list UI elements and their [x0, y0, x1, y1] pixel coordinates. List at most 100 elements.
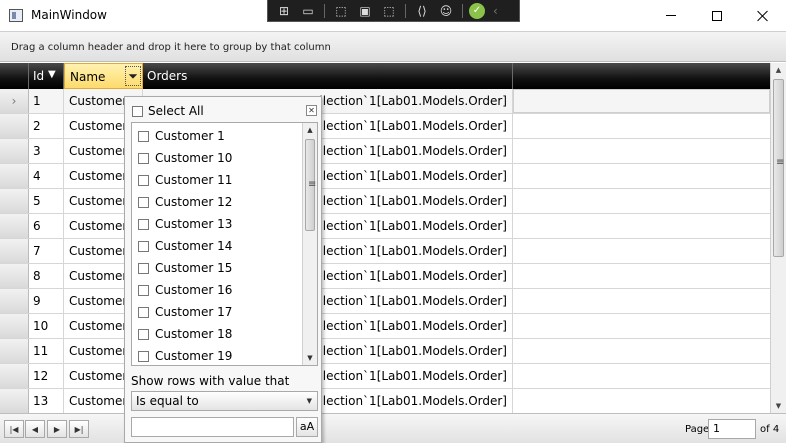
row-indicator [0, 164, 29, 188]
cell-filler [513, 289, 770, 313]
list-item[interactable]: Customer 17 [138, 301, 232, 323]
list-item[interactable]: Customer 11 [138, 169, 232, 191]
grid-header-row: Id ▼ Name ⏷ Orders [0, 63, 770, 89]
cell-id[interactable]: 8 [29, 264, 64, 288]
close-filter-icon[interactable]: ✕ [306, 105, 317, 116]
previous-page-button[interactable]: ◀ [25, 420, 45, 438]
list-item[interactable]: Customer 16 [138, 279, 232, 301]
table-row[interactable]: › 1 Customer teCollection`1[Lab01.Models… [0, 89, 770, 114]
cell-id[interactable]: 3 [29, 139, 64, 163]
cell-id[interactable]: 13 [29, 389, 64, 413]
filter-icon[interactable]: ⏷ [125, 66, 141, 86]
grid-vertical-scrollbar[interactable]: ▲ ≡ ▼ [770, 63, 786, 413]
group-panel[interactable]: Drag a column header and drop it here to… [0, 31, 786, 62]
toolbar-separator [324, 3, 325, 18]
first-page-button[interactable]: |◀ [4, 420, 24, 438]
cell-id[interactable]: 10 [29, 314, 64, 338]
list-item[interactable]: Customer 10 [138, 147, 232, 169]
checkbox-icon[interactable] [138, 350, 149, 362]
row-indicator [0, 264, 29, 288]
minimize-button[interactable] [648, 0, 694, 31]
checkbox-icon[interactable] [138, 328, 149, 340]
table-row[interactable]: 5 Customer teCollection`1[Lab01.Models.O… [0, 189, 770, 214]
accessibility-icon[interactable]: ☺ [436, 3, 456, 19]
xaml-debug-toolbar: ⊞ ▭ ⬚ ▣ ⬚ ⟨⟩ ☺ ✓ ‹ [267, 0, 520, 22]
close-button[interactable] [740, 0, 786, 31]
checked-icon[interactable]: ✓ [469, 2, 485, 19]
checkbox-icon[interactable] [138, 130, 149, 142]
table-row[interactable]: 7 Customer teCollection`1[Lab01.Models.O… [0, 239, 770, 264]
table-row[interactable]: 4 Customer teCollection`1[Lab01.Models.O… [0, 164, 770, 189]
list-item[interactable]: Customer 18 [138, 323, 232, 345]
cell-id[interactable]: 1 [29, 89, 64, 113]
cell-id[interactable]: 11 [29, 339, 64, 363]
page-number-input[interactable]: 1 [708, 419, 756, 439]
page-label: Page [685, 424, 710, 435]
live-visual-tree-icon[interactable]: ⊞ [274, 3, 294, 19]
filter-icon[interactable]: ▼ [48, 69, 56, 80]
cell-id[interactable]: 5 [29, 189, 64, 213]
table-row[interactable]: 10 Customer teCollection`1[Lab01.Models.… [0, 314, 770, 339]
close-icon [757, 10, 769, 22]
table-row[interactable]: 12 Customer teCollection`1[Lab01.Models.… [0, 364, 770, 389]
column-header-name[interactable]: Name ⏷ [64, 63, 143, 89]
checkbox-icon[interactable] [138, 196, 149, 208]
maximize-button[interactable] [694, 0, 740, 31]
cell-id[interactable]: 7 [29, 239, 64, 263]
minimize-icon [666, 15, 676, 16]
select-all-checkbox[interactable]: Select All [132, 104, 204, 118]
column-header-id[interactable]: Id ▼ [29, 63, 64, 89]
table-row[interactable]: 11 Customer teCollection`1[Lab01.Models.… [0, 339, 770, 364]
checkbox-icon[interactable] [138, 218, 149, 230]
scroll-up-icon[interactable]: ▲ [771, 63, 786, 77]
checkbox-icon[interactable] [132, 105, 143, 117]
scroll-thumb[interactable]: ≡ [305, 139, 316, 231]
cell-id[interactable]: 6 [29, 214, 64, 238]
list-item-label: Customer 13 [155, 217, 233, 231]
list-item[interactable]: Customer 12 [138, 191, 232, 213]
row-indicator [0, 214, 29, 238]
column-header-label: Id [33, 69, 45, 83]
cell-id[interactable]: 9 [29, 289, 64, 313]
cell-id[interactable]: 4 [29, 164, 64, 188]
filter-operator-select[interactable]: Is equal to ▼ [131, 391, 318, 411]
list-scrollbar[interactable]: ▲ ≡ ▼ [302, 123, 317, 365]
table-row[interactable]: 3 Customer teCollection`1[Lab01.Models.O… [0, 139, 770, 164]
display-layout-adorners-icon[interactable]: ▣ [355, 3, 375, 19]
scroll-down-icon[interactable]: ▼ [303, 351, 317, 365]
table-row[interactable]: 2 Customer teCollection`1[Lab01.Models.O… [0, 114, 770, 139]
list-item[interactable]: Customer 15 [138, 257, 232, 279]
table-row[interactable]: 13 Customer teCollection`1[Lab01.Models.… [0, 389, 770, 414]
collapse-arrow-icon[interactable]: ‹ [493, 4, 498, 18]
match-case-toggle[interactable]: aA [296, 417, 318, 437]
cell-id[interactable]: 12 [29, 364, 64, 388]
video-icon[interactable]: ▭ [298, 3, 318, 19]
binding-failures-icon[interactable]: ⟨⟩ [412, 3, 432, 19]
cell-filler [513, 389, 770, 413]
scroll-thumb[interactable]: ≡ [773, 79, 784, 257]
window-title: MainWindow [31, 8, 107, 22]
track-focus-icon[interactable]: ⬚ [379, 3, 399, 19]
data-pager: |◀ ◀ ▶ ▶| Page 1 of 4 [0, 413, 786, 443]
table-row[interactable]: 8 Customer teCollection`1[Lab01.Models.O… [0, 264, 770, 289]
scroll-down-icon[interactable]: ▼ [771, 399, 786, 413]
table-row[interactable]: 9 Customer teCollection`1[Lab01.Models.O… [0, 289, 770, 314]
select-element-icon[interactable]: ⬚ [331, 3, 351, 19]
checkbox-icon[interactable] [138, 152, 149, 164]
list-item[interactable]: Customer 19 [138, 345, 232, 365]
table-row[interactable]: 6 Customer teCollection`1[Lab01.Models.O… [0, 214, 770, 239]
list-item[interactable]: Customer 1 [138, 125, 225, 147]
next-page-button[interactable]: ▶ [47, 420, 67, 438]
column-header-orders[interactable]: Orders [143, 63, 513, 89]
last-page-button[interactable]: ▶| [69, 420, 89, 438]
checkbox-icon[interactable] [138, 284, 149, 296]
cell-id[interactable]: 2 [29, 114, 64, 138]
checkbox-icon[interactable] [138, 240, 149, 252]
filter-value-input[interactable] [131, 417, 294, 437]
checkbox-icon[interactable] [138, 174, 149, 186]
list-item[interactable]: Customer 13 [138, 213, 232, 235]
checkbox-icon[interactable] [138, 306, 149, 318]
checkbox-icon[interactable] [138, 262, 149, 274]
list-item[interactable]: Customer 14 [138, 235, 232, 257]
scroll-up-icon[interactable]: ▲ [303, 123, 317, 137]
